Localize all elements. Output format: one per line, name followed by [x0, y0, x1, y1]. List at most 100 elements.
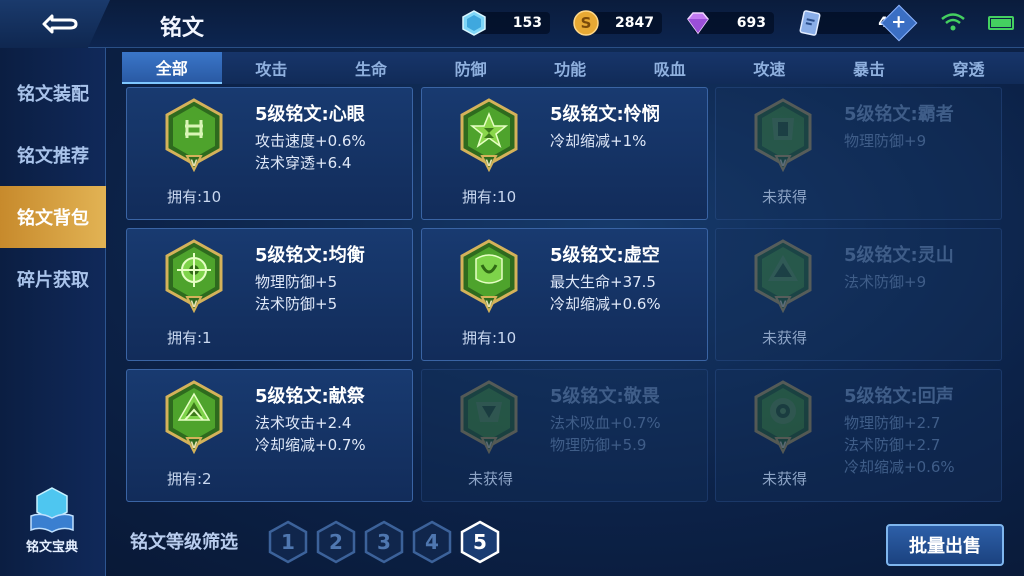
battery-icon — [988, 16, 1014, 30]
resource-crystal[interactable]: 153 — [460, 9, 550, 37]
inscription-stats: 最大生命+37.5 冷却缩减+0.6% — [550, 271, 661, 315]
inscription-name: 5级铭文:献祭 — [255, 386, 365, 407]
tab-penetration[interactable]: 穿透 — [919, 52, 1019, 84]
codex-button[interactable]: 铭文宝典 — [16, 486, 88, 555]
badge-level-mark: V — [486, 441, 493, 451]
inscription-badge-icon: V — [754, 98, 812, 172]
level-filter-label: 铭文等级筛选 — [130, 532, 238, 553]
badge-level-mark: V — [486, 300, 493, 310]
badge-level-mark: V — [191, 300, 198, 310]
inscription-name: 5级铭文:灵山 — [844, 245, 954, 266]
inscription-badge-icon: V — [165, 380, 223, 454]
inscription-stats: 攻击速度+0.6% 法术穿透+6.4 — [255, 130, 366, 174]
owned-count: 拥有:10 — [462, 188, 517, 206]
tab-all[interactable]: 全部 — [122, 52, 222, 84]
inscription-name: 5级铭文:霸者 — [844, 104, 954, 125]
inscription-stat: 法术防御+9 — [844, 273, 927, 291]
inscription-stat: 冷却缩减+0.6% — [844, 458, 955, 476]
level-filter-1[interactable]: 1 — [267, 520, 309, 564]
book-icon — [30, 487, 74, 533]
level-number: 5 — [473, 530, 487, 554]
owned-count: 拥有:10 — [462, 329, 517, 347]
ticket-icon — [799, 10, 821, 36]
tab-attack-speed[interactable]: 攻速 — [720, 52, 820, 84]
not-obtained-label: 未获得 — [762, 329, 808, 347]
not-obtained-label: 未获得 — [468, 470, 514, 488]
inscription-stat: 物理防御+5.9 — [550, 436, 647, 454]
inscription-stat: 法术攻击+2.4 — [255, 414, 352, 432]
owned-count: 拥有:2 — [167, 470, 212, 488]
level-number: 3 — [377, 530, 391, 554]
sidebar-item-backpack[interactable]: 铭文背包 — [0, 186, 106, 248]
inscription-stats: 物理防御+2.7 法术防御+2.7 冷却缩减+0.6% — [844, 412, 955, 478]
inscription-stat: 物理防御+5 — [255, 273, 338, 291]
inscription-card[interactable]: V 5级铭文:敬畏法术吸血+0.7% 物理防御+5.9 未获得 — [421, 369, 708, 502]
top-bar: 铭文 153 S 2847 693 4 + — [0, 0, 1024, 48]
inscription-stats: 物理防御+9 — [844, 130, 926, 152]
level-filter-4[interactable]: 4 — [411, 520, 453, 564]
inscription-stat: 物理防御+9 — [844, 132, 927, 150]
inscription-stat: 法术穿透+6.4 — [255, 154, 352, 172]
inscription-card[interactable]: V 5级铭文:献祭 法术攻击+2.4 冷却缩减+0.7% 拥有:2 — [126, 369, 413, 502]
svg-text:S: S — [581, 14, 592, 32]
inscription-stat: 冷却缩减+0.7% — [255, 436, 366, 454]
tab-health[interactable]: 生命 — [321, 52, 421, 84]
inscription-stats: 物理防御+5 法术防御+5 — [255, 271, 337, 315]
level-number: 2 — [329, 530, 343, 554]
inscription-stat: 最大生命+37.5 — [550, 273, 656, 291]
inscription-stats: 法术吸血+0.7% 物理防御+5.9 — [550, 412, 661, 456]
inscription-card[interactable]: V 5级铭文:心眼 攻击速度+0.6% 法术穿透+6.4 拥有:10 — [126, 87, 413, 220]
inscription-stat: 物理防御+2.7 — [844, 414, 941, 432]
inscription-stat: 冷却缩减+1% — [550, 132, 647, 150]
inscription-badge-icon: V — [754, 239, 812, 313]
badge-level-mark: V — [780, 159, 787, 169]
tab-utility[interactable]: 功能 — [520, 52, 620, 84]
level-filter-2[interactable]: 2 — [315, 520, 357, 564]
crystal-icon — [462, 10, 486, 36]
inscription-card[interactable]: V 5级铭文:回声 物理防御+2.7 法术防御+2.7 冷却缩减+0.6% 未获得 — [715, 369, 1002, 502]
tab-defense[interactable]: 防御 — [421, 52, 521, 84]
gold-coin-icon: S — [573, 10, 599, 36]
tab-attack[interactable]: 攻击 — [222, 52, 322, 84]
inscription-stat: 冷却缩减+0.6% — [550, 295, 661, 313]
level-filter-3[interactable]: 3 — [363, 520, 405, 564]
inscription-stat: 法术防御+2.7 — [844, 436, 941, 454]
inscription-badge-icon: V — [460, 98, 518, 172]
sidebar-item-equip[interactable]: 铭文装配 — [0, 62, 106, 124]
inscription-card[interactable]: V 5级铭文:均衡 物理防御+5 法术防御+5 拥有:1 — [126, 228, 413, 361]
tab-crit[interactable]: 暴击 — [819, 52, 919, 84]
inscription-badge-icon: V — [754, 380, 812, 454]
inscription-stat: 法术防御+5 — [255, 295, 338, 313]
level-number: 1 — [281, 530, 295, 554]
sidebar-item-recommend[interactable]: 铭文推荐 — [0, 124, 106, 186]
inscription-card[interactable]: V 5级铭文:霸者 物理防御+9 未获得 — [715, 87, 1002, 220]
add-ticket-button[interactable]: + — [880, 4, 918, 42]
inscription-name: 5级铭文:敬畏 — [550, 386, 660, 407]
inscription-badge-icon: V — [165, 98, 223, 172]
resource-gold[interactable]: S 2847 — [572, 9, 662, 37]
inscription-badge-icon: V — [460, 239, 518, 313]
badge-level-mark: V — [191, 441, 198, 451]
tab-lifesteal[interactable]: 吸血 — [620, 52, 720, 84]
plus-icon: + — [891, 12, 907, 33]
resource-ticket[interactable]: 4 + — [796, 4, 918, 42]
inscription-card[interactable]: V 5级铭文:灵山 法术防御+9 未获得 — [715, 228, 1002, 361]
bulk-sell-button[interactable]: 批量出售 — [886, 524, 1004, 566]
level-filter-5[interactable]: 5 — [459, 520, 501, 564]
inscription-stat: 攻击速度+0.6% — [255, 132, 366, 150]
not-obtained-label: 未获得 — [762, 188, 808, 206]
resource-diamond[interactable]: 693 — [684, 9, 774, 37]
sidebar-item-fragments[interactable]: 碎片获取 — [0, 248, 106, 310]
inscription-name: 5级铭文:回声 — [844, 386, 954, 407]
level-number: 4 — [425, 530, 439, 554]
inscription-badge-icon: V — [165, 239, 223, 313]
badge-level-mark: V — [780, 441, 787, 451]
inscription-stats: 法术防御+9 — [844, 271, 926, 293]
back-button[interactable] — [0, 0, 110, 48]
page-title: 铭文 — [160, 16, 205, 41]
inscription-name: 5级铭文:怜悯 — [550, 104, 660, 125]
inscription-card[interactable]: V 5级铭文:怜悯 冷却缩减+1% 拥有:10 — [421, 87, 708, 220]
back-arrow-icon — [42, 14, 78, 34]
inscription-card[interactable]: V 5级铭文:虚空 最大生命+37.5 冷却缩减+0.6% 拥有:10 — [421, 228, 708, 361]
owned-count: 拥有:10 — [167, 188, 222, 206]
